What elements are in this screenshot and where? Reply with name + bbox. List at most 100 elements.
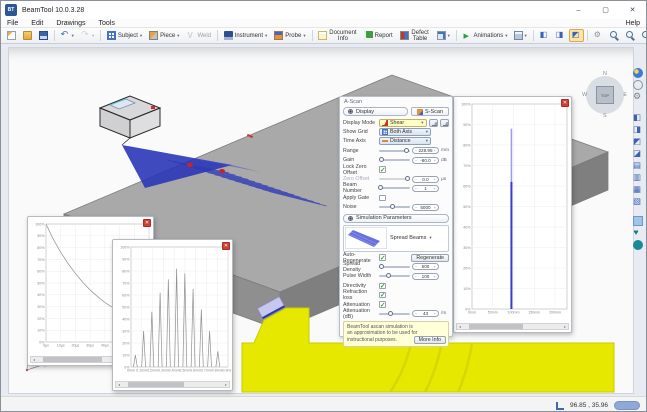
report-button[interactable]: Report bbox=[361, 29, 396, 42]
regenerate-button[interactable]: Regenerate bbox=[411, 254, 449, 262]
zoom-extents-button[interactable] bbox=[607, 29, 622, 42]
subject-button[interactable]: Subject▾ bbox=[104, 29, 145, 42]
refraction-loss-checkbox[interactable] bbox=[379, 292, 386, 299]
noise-value[interactable]: −5000+ bbox=[412, 204, 439, 211]
spread-density-value[interactable]: −500+ bbox=[412, 263, 439, 270]
compass-east[interactable]: E bbox=[623, 92, 627, 98]
beam-style-dropdown[interactable]: Spread Beams ▾ bbox=[390, 235, 432, 241]
spread-density-slider[interactable] bbox=[379, 266, 410, 268]
view-cube-c-icon[interactable] bbox=[633, 136, 643, 146]
compass-west[interactable]: W bbox=[582, 92, 587, 98]
defect-indicator[interactable] bbox=[187, 163, 193, 167]
view-cube-e-icon[interactable] bbox=[633, 160, 643, 170]
noise-slider[interactable] bbox=[379, 206, 410, 208]
zero-offset-value[interactable]: −0.0+ bbox=[412, 176, 439, 183]
animations-button[interactable]: Animations▾ bbox=[460, 29, 511, 42]
beam-number-slider[interactable] bbox=[379, 187, 410, 189]
view-cube-left-button[interactable] bbox=[537, 29, 552, 42]
view-settings-icon[interactable] bbox=[633, 92, 643, 102]
sscan-button[interactable]: S-Scan bbox=[411, 107, 449, 116]
attenuation-checkbox[interactable] bbox=[379, 301, 386, 308]
compass-top-face[interactable]: TOP bbox=[596, 86, 614, 104]
apply-gate-checkbox[interactable] bbox=[379, 195, 386, 202]
piece-label: Piece bbox=[160, 33, 175, 39]
menu-tools[interactable]: Tools bbox=[99, 20, 115, 27]
more-info-button[interactable]: More Info bbox=[414, 336, 446, 344]
menu-file[interactable]: File bbox=[7, 20, 18, 27]
lock-zero-offset-checkbox[interactable] bbox=[379, 166, 386, 173]
defect-table-button[interactable]: Defect Table bbox=[397, 29, 433, 42]
auto-regenerate-checkbox[interactable] bbox=[379, 254, 386, 261]
view-cube-a-icon[interactable] bbox=[633, 112, 643, 122]
gain-slider[interactable] bbox=[379, 159, 410, 161]
gain-value[interactable]: −-80.0+ bbox=[412, 157, 439, 164]
show-grid-dropdown[interactable]: Both Axis▾ bbox=[379, 128, 431, 136]
open-button[interactable] bbox=[20, 29, 35, 42]
defect-views-button[interactable]: ▾ bbox=[434, 29, 453, 42]
view-cube-iso-button[interactable] bbox=[569, 29, 584, 42]
zero-offset-slider[interactable] bbox=[379, 178, 410, 180]
svg-text:0.1mm: 0.1mm bbox=[136, 369, 147, 373]
maximize-button[interactable]: ▢ bbox=[592, 1, 619, 19]
menu-edit[interactable]: Edit bbox=[31, 20, 43, 27]
undo-button[interactable]: ▾ bbox=[58, 29, 77, 42]
beam-number-value[interactable]: −1+ bbox=[412, 185, 439, 192]
compass-south[interactable]: S bbox=[603, 113, 607, 119]
close-button[interactable]: ✕ bbox=[619, 1, 646, 19]
time-axis-dropdown[interactable]: Distance▾ bbox=[379, 137, 431, 145]
defect-table-icon bbox=[400, 31, 409, 40]
view-cube[interactable]: N S W E TOP bbox=[582, 72, 628, 118]
mode-longitudinal-button[interactable] bbox=[440, 119, 449, 127]
defect-indicator[interactable] bbox=[219, 169, 225, 173]
save-button[interactable] bbox=[36, 29, 51, 42]
view-cube-d-icon[interactable] bbox=[633, 148, 643, 158]
panel-row: Range−228.95+mm bbox=[343, 146, 449, 155]
settings-button[interactable] bbox=[591, 29, 606, 42]
instrument-button[interactable]: Instrument▾ bbox=[221, 29, 271, 42]
redo-button[interactable]: ▾ bbox=[78, 29, 97, 42]
attenuation-db-slider[interactable] bbox=[379, 313, 410, 315]
pulse-width-slider[interactable] bbox=[379, 275, 410, 277]
display-group-header[interactable]: Display bbox=[343, 107, 408, 116]
zoom-in-button[interactable] bbox=[639, 29, 647, 42]
view-globe-icon[interactable] bbox=[633, 68, 643, 78]
probe-3d-model[interactable] bbox=[100, 96, 160, 145]
probe-3d-icon[interactable] bbox=[633, 240, 643, 250]
piece-button[interactable]: Piece▾ bbox=[146, 29, 182, 42]
simparams-group-header[interactable]: Simulation Parameters bbox=[343, 214, 449, 223]
menu-drawings[interactable]: Drawings bbox=[56, 20, 85, 27]
display-layout-button[interactable]: ▾ bbox=[511, 29, 530, 42]
weld-button[interactable]: Weld bbox=[183, 29, 214, 42]
svg-text:80%: 80% bbox=[122, 269, 130, 273]
view-orbit-icon[interactable] bbox=[633, 80, 643, 90]
view-cube-f-icon[interactable] bbox=[633, 172, 643, 182]
zoom-window-button[interactable] bbox=[623, 29, 638, 42]
close-icon[interactable]: ✕ bbox=[561, 99, 569, 107]
close-icon[interactable]: ✕ bbox=[143, 219, 151, 227]
view-cube-g-icon[interactable] bbox=[633, 184, 643, 194]
noise-label: Noise bbox=[343, 204, 377, 210]
close-icon[interactable]: ✕ bbox=[222, 242, 230, 250]
probe-button[interactable]: Probe▾ bbox=[271, 29, 308, 42]
minimize-button[interactable]: – bbox=[565, 1, 592, 19]
view-cube-right-icon bbox=[556, 31, 565, 40]
range-value[interactable]: −228.95+ bbox=[412, 147, 439, 154]
new-button[interactable] bbox=[4, 29, 19, 42]
view-cube-b-icon[interactable] bbox=[633, 124, 643, 134]
display-mode-dropdown[interactable]: Shear▾ bbox=[379, 119, 427, 127]
view-cube-right-button[interactable] bbox=[553, 29, 568, 42]
compass-north[interactable]: N bbox=[603, 71, 607, 77]
document-info-button[interactable]: Document Info bbox=[315, 29, 359, 42]
pulse-width-value[interactable]: −100+ bbox=[412, 273, 439, 280]
h-scrollbar[interactable]: ◂▸ bbox=[456, 323, 569, 330]
mode-shear-button[interactable] bbox=[429, 119, 438, 127]
menu-help[interactable]: Help bbox=[626, 20, 640, 27]
range-slider[interactable] bbox=[379, 150, 410, 152]
apply-gate-label: Apply Gate bbox=[343, 195, 377, 201]
view-cube-h-icon[interactable] bbox=[633, 196, 643, 206]
materials-icon[interactable] bbox=[633, 228, 643, 238]
directivity-checkbox[interactable] bbox=[379, 283, 386, 290]
h-scrollbar[interactable]: ◂▸ bbox=[115, 381, 230, 388]
attenuation-db-value[interactable]: −43+ bbox=[412, 310, 439, 317]
selection-mode-icon[interactable] bbox=[633, 216, 643, 226]
